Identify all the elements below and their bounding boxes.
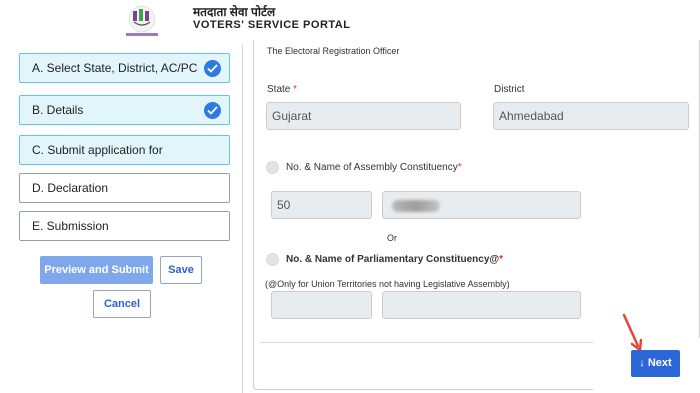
pc-label: No. & Name of Parliamentary Constituency… <box>286 254 504 265</box>
step-e-submission[interactable]: E. Submission <box>19 211 230 241</box>
step-b-details[interactable]: B. Details <box>19 95 230 125</box>
ac-label: No. & Name of Assembly Constituency* <box>286 162 462 173</box>
pc-note: (@Only for Union Territories not having … <box>265 279 510 289</box>
district-label: District <box>494 84 525 95</box>
save-button[interactable]: Save <box>160 256 202 284</box>
check-circle-icon <box>204 102 221 119</box>
redacted-ac-name <box>392 200 440 212</box>
portal-title-english: VOTERS' SERVICE PORTAL <box>193 19 351 31</box>
step-a-label: A. Select State, District, AC/PC <box>32 61 198 75</box>
arrow-down-icon: ↓ <box>639 357 645 369</box>
step-d-declaration[interactable]: D. Declaration <box>19 173 230 203</box>
ero-text: The Electoral Registration Officer <box>267 46 400 56</box>
ac-number-field[interactable]: 50 <box>271 191 372 219</box>
form-divider <box>260 342 593 343</box>
district-field[interactable]: Ahmedabad <box>493 102 689 130</box>
step-c-submit-application[interactable]: C. Submit application for <box>19 135 230 165</box>
header: मतदाता सेवा पोर्टल VOTERS' SERVICE PORTA… <box>0 0 700 44</box>
step-c-label: C. Submit application for <box>32 143 163 157</box>
step-a-select-state[interactable]: A. Select State, District, AC/PC <box>19 53 230 83</box>
eci-logo-icon <box>126 5 158 36</box>
cancel-button[interactable]: Cancel <box>93 290 151 318</box>
annotation-arrow-icon <box>622 313 643 352</box>
step-b-label: B. Details <box>32 103 84 117</box>
preview-and-submit-button[interactable]: Preview and Submit <box>40 256 153 284</box>
state-field[interactable]: Gujarat <box>266 102 461 130</box>
next-button[interactable]: ↓ Next <box>631 350 680 377</box>
step-e-label: E. Submission <box>32 219 109 233</box>
ac-radio[interactable] <box>266 161 279 174</box>
check-circle-icon <box>204 60 221 77</box>
portal-title-hindi: मतदाता सेवा पोर्टल <box>193 5 276 19</box>
or-text: Or <box>387 233 397 243</box>
step-d-label: D. Declaration <box>32 181 109 195</box>
pc-name-field[interactable] <box>382 291 581 319</box>
vertical-divider <box>242 44 243 393</box>
pc-radio[interactable] <box>266 253 279 266</box>
state-label: State * <box>267 84 298 95</box>
pc-number-field[interactable] <box>271 291 372 319</box>
next-label: Next <box>647 357 672 369</box>
